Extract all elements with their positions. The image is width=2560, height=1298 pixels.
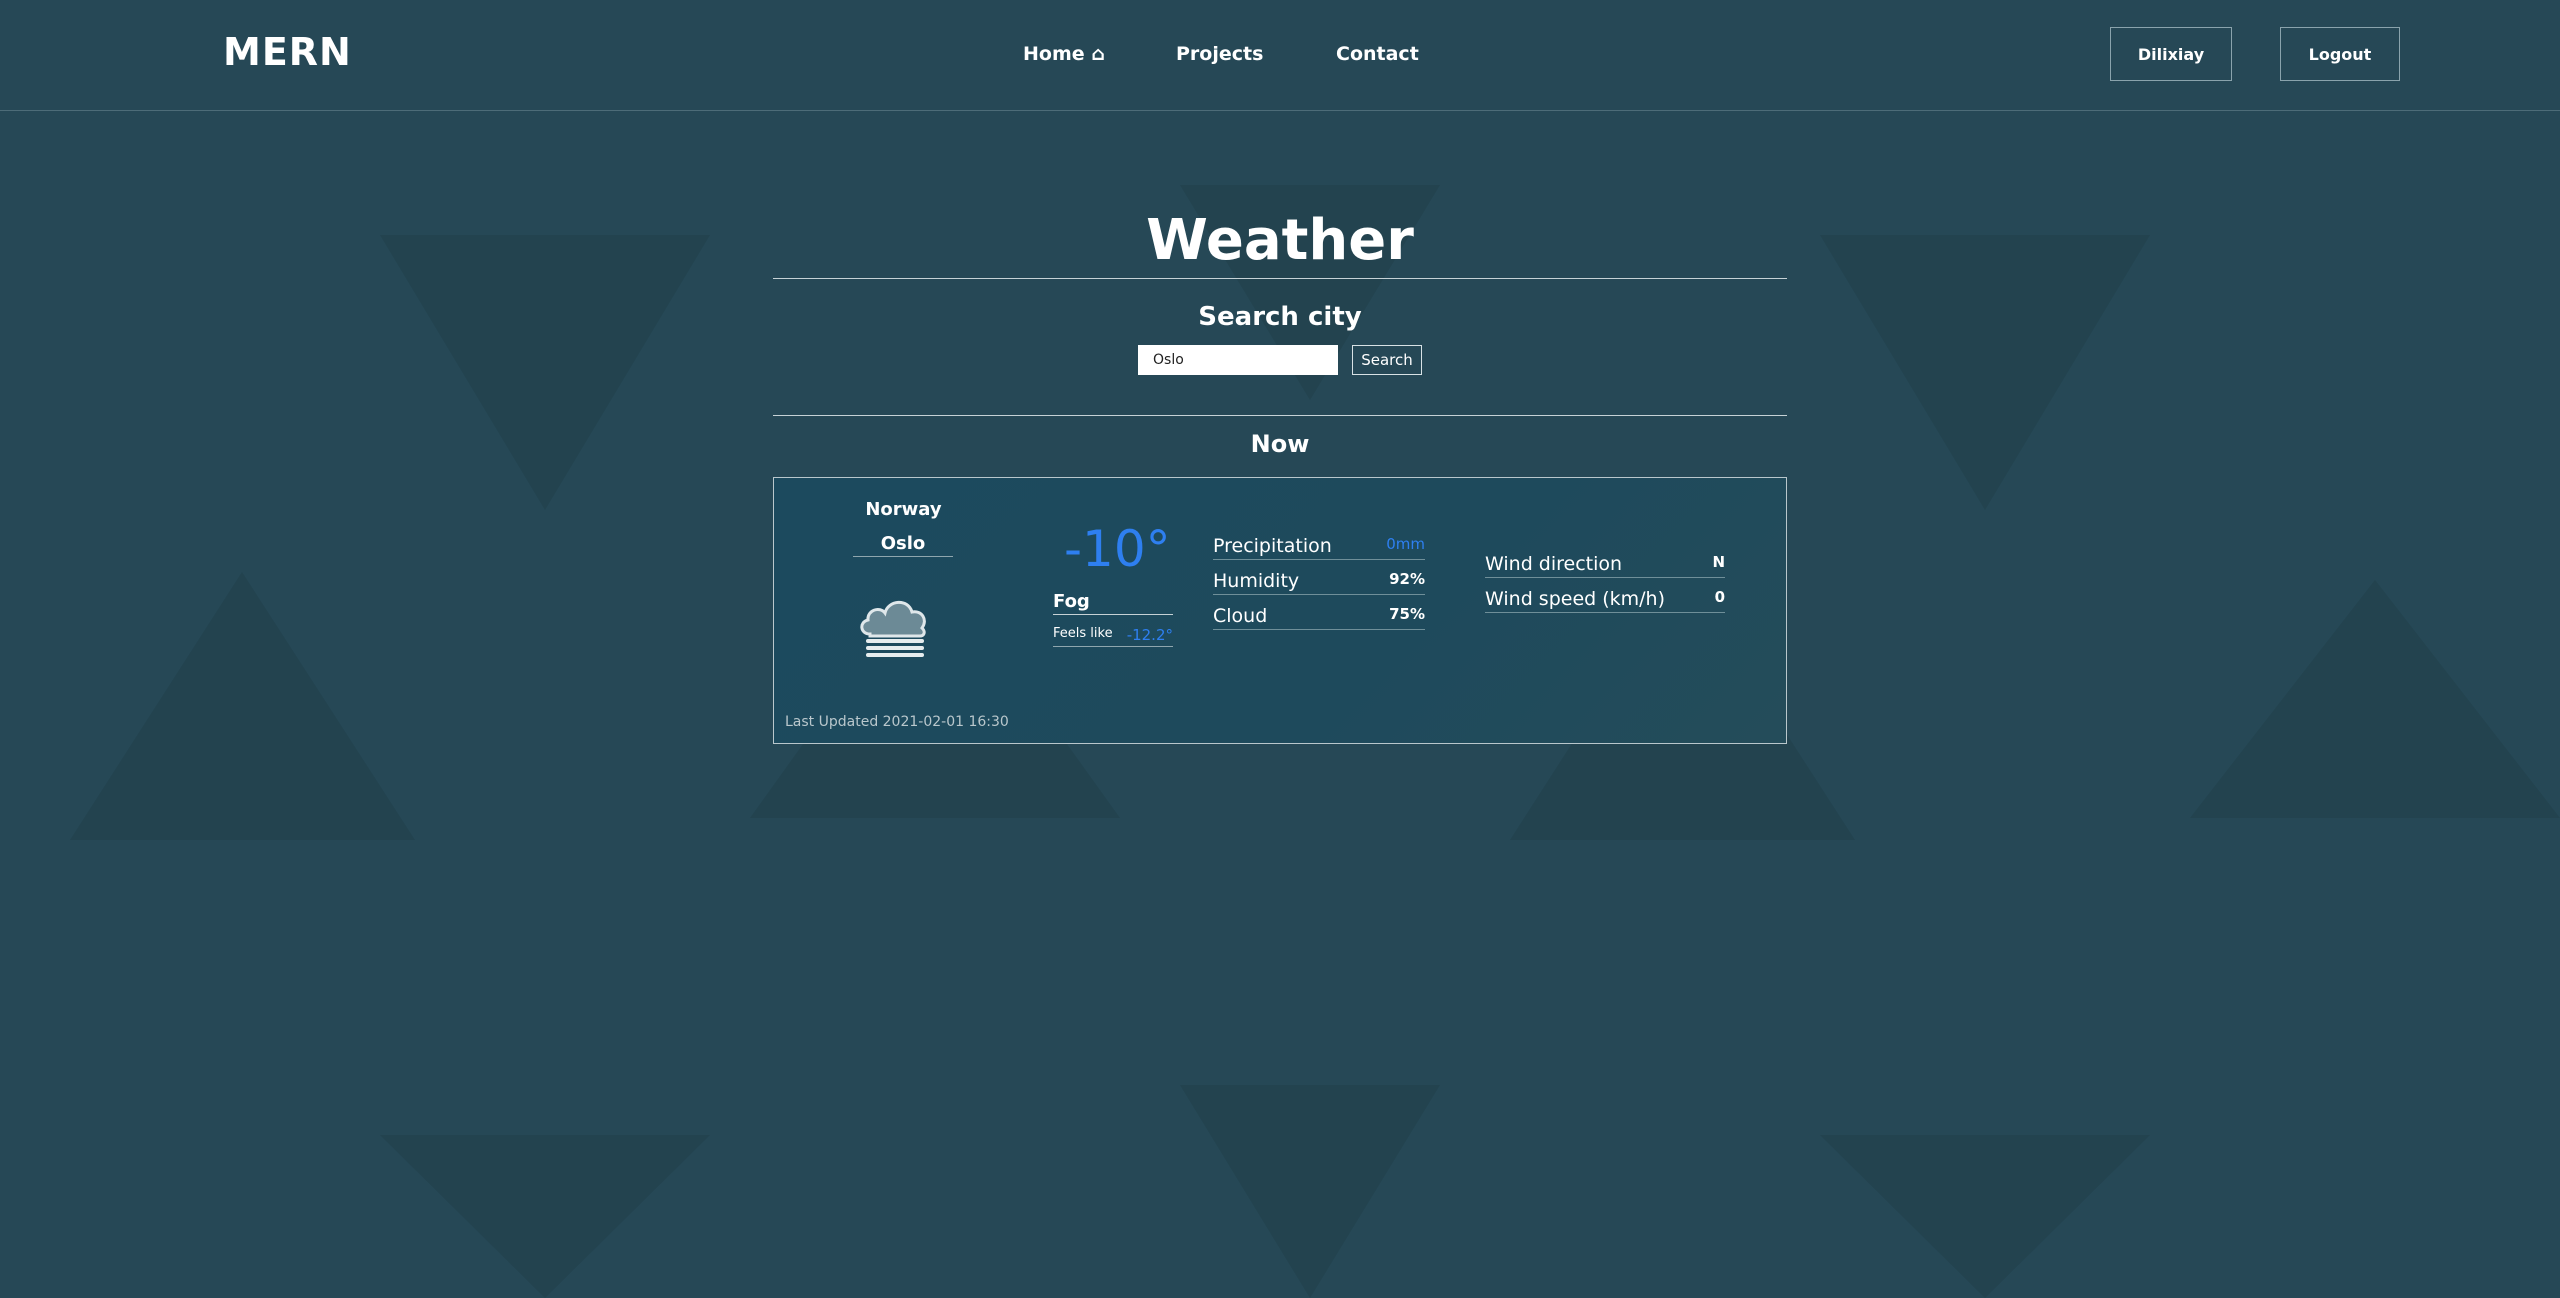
stat-value: 92% (1389, 570, 1425, 588)
humidity-row: Humidity 92% (1213, 570, 1425, 595)
stat-label: Cloud (1213, 605, 1268, 627)
divider (773, 415, 1787, 416)
wind-direction-row: Wind direction N (1485, 553, 1725, 578)
page-title: Weather (1146, 208, 1414, 273)
divider (773, 278, 1787, 279)
feels-like-value: -12.2° (1126, 626, 1173, 644)
fog-cloud-icon (860, 600, 926, 657)
nav-home-link[interactable]: Home ⌂ (1023, 43, 1176, 65)
stat-label: Wind speed (km/h) (1485, 588, 1666, 610)
stat-value: N (1712, 553, 1725, 571)
logo[interactable]: MERN (223, 30, 352, 74)
city-label: Oslo (853, 533, 953, 557)
stat-value: 0mm (1386, 535, 1425, 553)
precipitation-row: Precipitation 0mm (1213, 535, 1425, 560)
user-button[interactable]: Dilixiay (2110, 27, 2232, 81)
search-heading: Search city (1198, 302, 1362, 332)
cloud-row: Cloud 75% (1213, 605, 1425, 630)
nav-contact-link[interactable]: Contact (1336, 43, 1436, 65)
top-navbar: MERN Home ⌂ Projects Contact Dilixiay Lo… (0, 0, 2560, 111)
feels-like-row: Feels like -12.2° (1053, 626, 1173, 647)
condition-label: Fog (1053, 591, 1173, 615)
now-heading: Now (1250, 430, 1310, 458)
city-search-input[interactable] (1138, 345, 1338, 375)
stat-value: 75% (1389, 605, 1425, 623)
temperature-value: -10° (1064, 520, 1171, 578)
last-updated: Last Updated 2021-02-01 16:30 (785, 714, 1009, 730)
stat-label: Wind direction (1485, 553, 1623, 575)
feels-like-label: Feels like (1053, 626, 1113, 641)
stat-label: Humidity (1213, 570, 1300, 592)
search-button[interactable]: Search (1352, 345, 1422, 375)
stat-value: 0 (1714, 588, 1725, 606)
current-weather-card: Norway Oslo -10° Fog Feels like -12.2° P… (773, 477, 1787, 744)
nav-links: Home ⌂ Projects Contact (1023, 43, 1436, 65)
country-label: Norway (865, 499, 942, 520)
stat-label: Precipitation (1213, 535, 1332, 557)
wind-speed-row: Wind speed (km/h) 0 (1485, 588, 1725, 613)
logout-button[interactable]: Logout (2280, 27, 2400, 81)
nav-projects-link[interactable]: Projects (1176, 43, 1336, 65)
